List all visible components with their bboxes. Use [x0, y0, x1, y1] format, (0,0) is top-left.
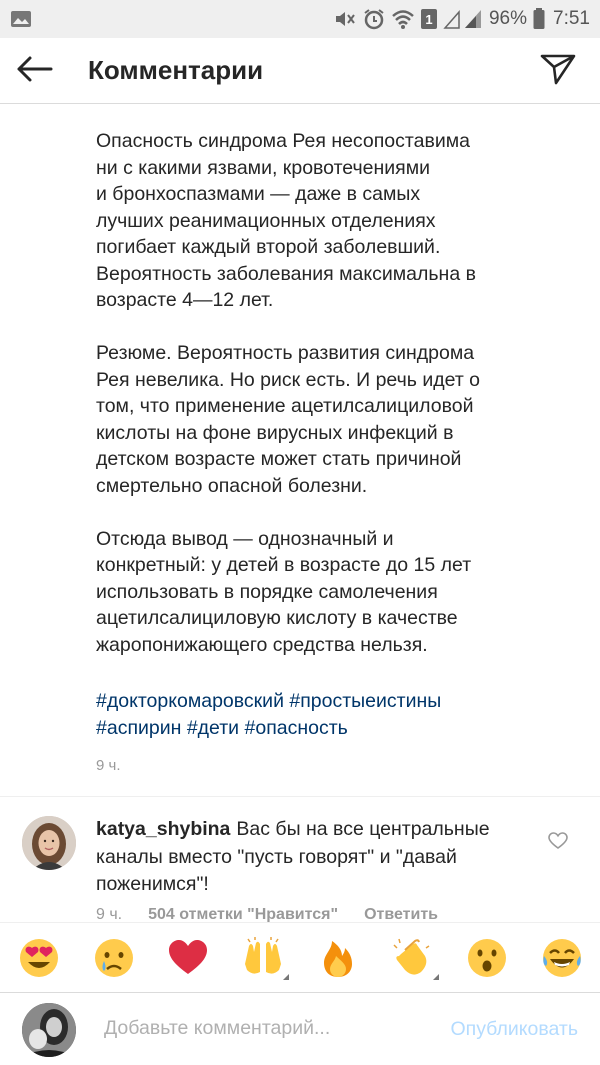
post-timestamp: 9 ч. [96, 757, 121, 774]
hashtag-list: #докторкомаровский #простыеистины #аспир… [96, 688, 566, 742]
fire-emoji[interactable] [316, 936, 360, 980]
comment-input[interactable] [104, 1017, 404, 1040]
like-comment-button[interactable] [548, 832, 568, 855]
comment-meta: 9 ч. 504 отметки "Нравится" Ответить [96, 906, 438, 922]
red-heart-emoji[interactable] [166, 936, 210, 980]
reply-button[interactable]: Ответить [364, 906, 438, 922]
hashtag-link[interactable]: #опасность [245, 717, 348, 739]
caption-paragraph: Отсюда вывод — однозначный и конкретный:… [96, 527, 472, 656]
hashtag-link[interactable]: #докторкомаровский [96, 690, 284, 712]
clapping-hands-emoji[interactable] [391, 936, 439, 980]
signal-icon [443, 8, 483, 30]
alarm-icon [363, 8, 385, 30]
publish-button[interactable]: Опубликовать [450, 1018, 578, 1041]
heart-eyes-emoji[interactable] [17, 936, 61, 980]
comment-item: katya_shybina Вас бы на все центральные к… [0, 800, 600, 922]
avatar[interactable] [22, 816, 76, 870]
raising-hands-emoji[interactable] [241, 936, 289, 980]
direct-send-button[interactable] [538, 52, 578, 90]
caption-paragraph: Резюме. Вероятность развития синдрома Ре… [96, 342, 481, 497]
direct-send-icon [540, 52, 576, 91]
hashtag-link[interactable]: #аспирин [96, 717, 181, 739]
mute-icon [333, 8, 357, 30]
caption-paragraph: Опасность синдрома Рея несопоставима ни … [96, 130, 476, 311]
sim-icon: 1 [420, 9, 437, 29]
page-title: Комментарии [88, 55, 264, 85]
battery-percent: 96% [488, 8, 528, 29]
crying-emoji[interactable] [92, 936, 136, 980]
arrow-left-icon [15, 55, 53, 88]
status-bar: 1 96% 7:51 [0, 0, 600, 38]
battery-icon [533, 8, 545, 30]
hashtag-link[interactable]: #дети [187, 717, 239, 739]
hashtag-link[interactable]: #простыеистины [289, 690, 441, 712]
post-caption: Опасность синдрома Рея несопоставима ни … [96, 128, 566, 685]
emoji-quick-bar [0, 922, 600, 992]
comment-likes-count[interactable]: 504 отметки "Нравится" [148, 906, 338, 922]
comment-composer: Опубликовать [0, 992, 600, 1065]
divider [0, 796, 600, 797]
wifi-icon [391, 9, 415, 29]
avatar [22, 1003, 76, 1057]
heart-outline-icon [548, 832, 568, 854]
comment-username[interactable]: katya_shybina [96, 818, 230, 840]
comment-timestamp: 9 ч. [96, 906, 123, 922]
clock-time: 7:51 [553, 8, 590, 29]
surprised-emoji[interactable] [465, 936, 509, 980]
comment-body: katya_shybina Вас бы на все центральные к… [96, 816, 526, 899]
laughing-tears-emoji[interactable] [540, 936, 584, 980]
gallery-icon [10, 9, 32, 34]
app-header: Комментарии [0, 38, 600, 104]
back-button[interactable] [12, 52, 56, 90]
